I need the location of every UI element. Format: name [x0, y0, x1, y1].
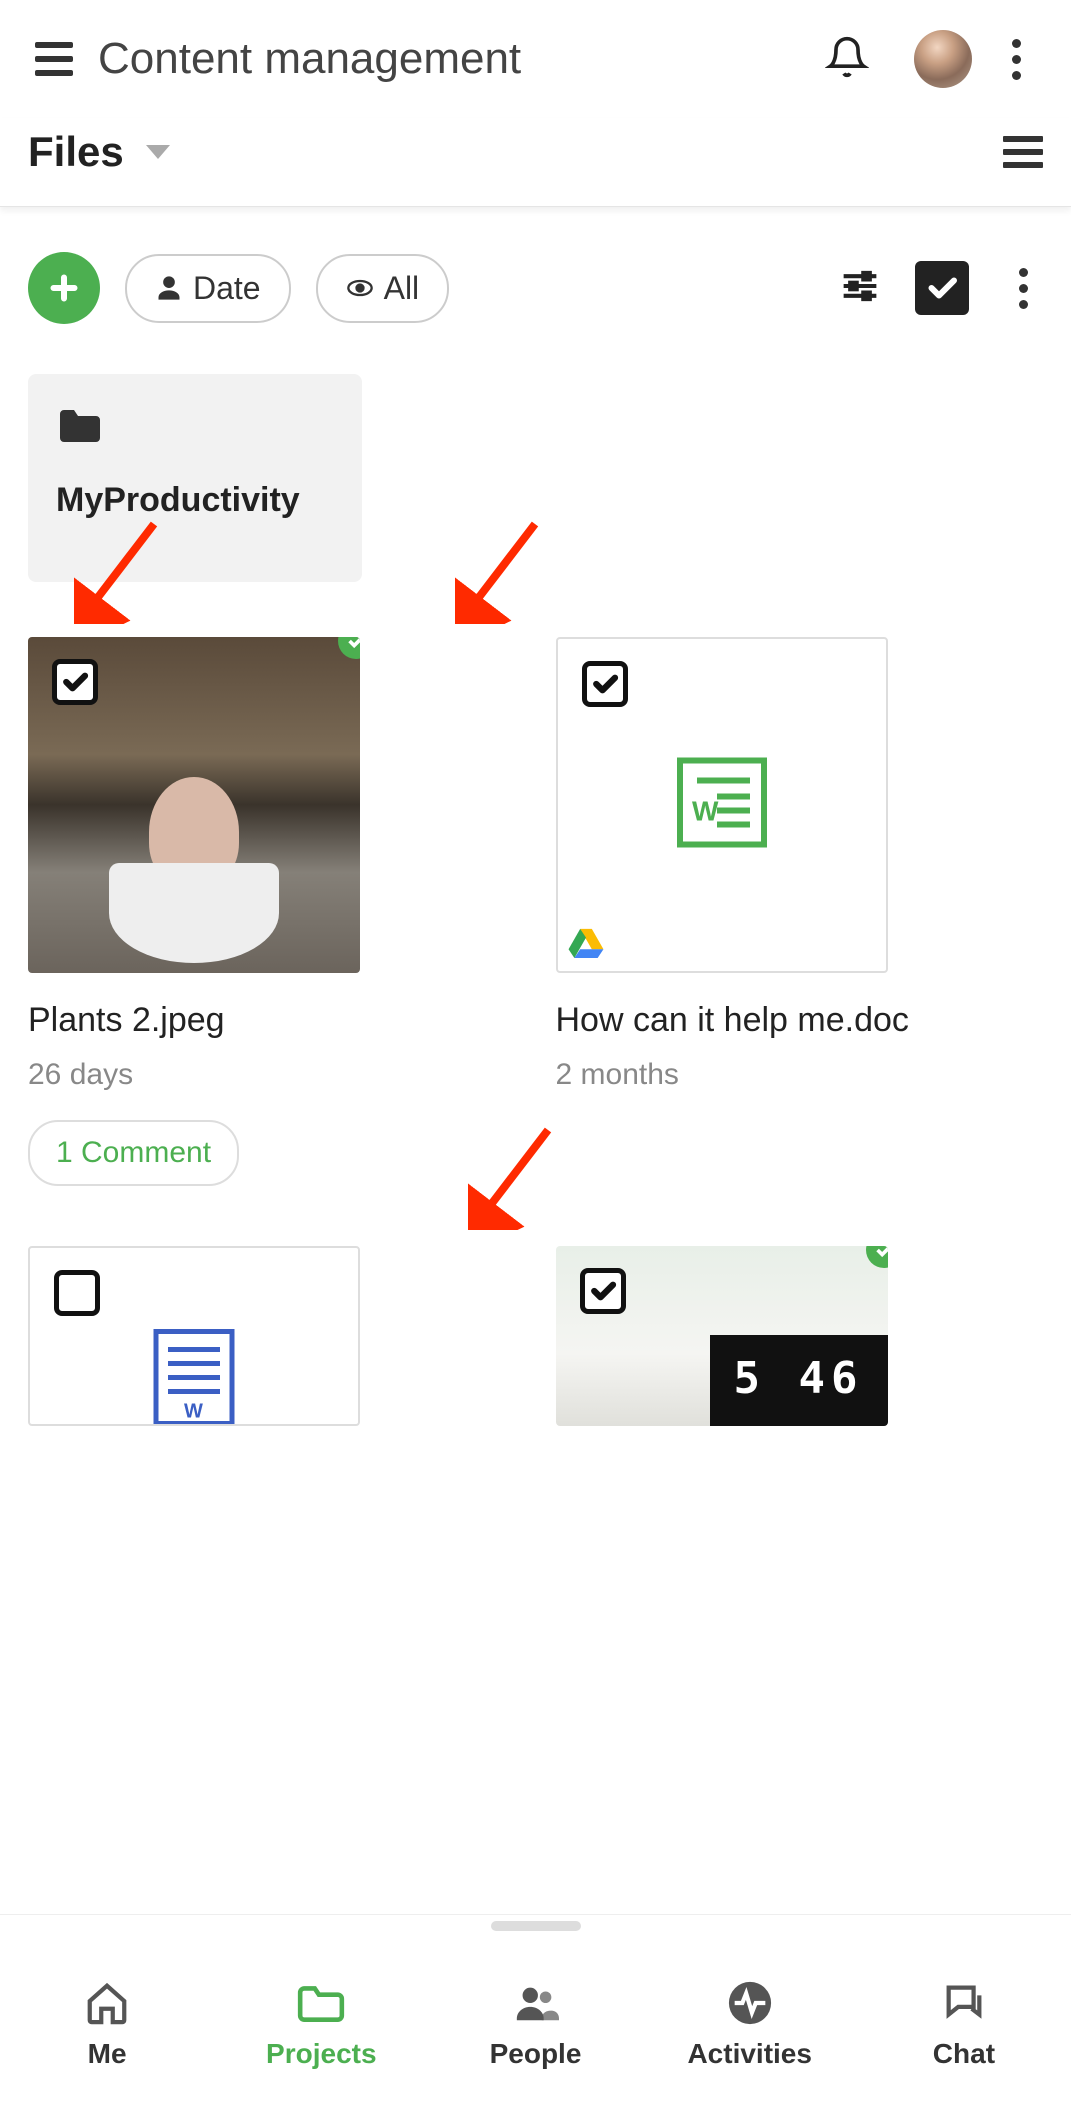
nav-label: Projects: [266, 2038, 377, 2070]
drag-handle-icon[interactable]: [491, 1921, 581, 1931]
filter-date-label: Date: [193, 270, 261, 307]
svg-text:W: W: [692, 796, 719, 827]
more-menu-icon[interactable]: [997, 39, 1036, 80]
file-card[interactable]: Plants 2.jpeg 26 days 1 Comment: [28, 637, 516, 1186]
file-checkbox[interactable]: [54, 1270, 100, 1316]
nav-label: Chat: [933, 2038, 995, 2070]
svg-text:W: W: [184, 1401, 203, 1423]
file-thumbnail: [556, 1246, 888, 1426]
status-check-icon: [866, 1246, 888, 1268]
settings-sliders-icon[interactable]: [840, 268, 880, 309]
bottom-nav: Me Projects People Activities Chat: [0, 1914, 1071, 2114]
file-card[interactable]: W: [28, 1246, 516, 1426]
file-checkbox[interactable]: [582, 661, 628, 707]
file-meta: 2 months: [556, 1058, 1044, 1092]
file-thumbnail: W: [28, 1246, 360, 1426]
chevron-down-icon[interactable]: [146, 145, 170, 159]
file-name: How can it help me.doc: [556, 1001, 1044, 1040]
nav-chat[interactable]: Chat: [857, 1915, 1071, 2114]
document-icon: W: [144, 1328, 244, 1427]
comment-chip[interactable]: 1 Comment: [28, 1120, 239, 1186]
folder-name: MyProductivity: [56, 481, 334, 520]
file-thumbnail: [28, 637, 360, 973]
nav-activities[interactable]: Activities: [643, 1915, 857, 2114]
avatar[interactable]: [914, 30, 972, 88]
word-doc-icon: W: [672, 753, 772, 858]
nav-me[interactable]: Me: [0, 1915, 214, 2114]
nav-label: People: [490, 2038, 582, 2070]
nav-projects[interactable]: Projects: [214, 1915, 428, 2114]
file-meta: 26 days: [28, 1058, 516, 1092]
status-check-icon: [338, 637, 360, 659]
file-checkbox[interactable]: [52, 659, 98, 705]
list-menu-icon[interactable]: [1003, 136, 1043, 168]
file-checkbox[interactable]: [580, 1268, 626, 1314]
nav-people[interactable]: People: [428, 1915, 642, 2114]
filter-all-chip[interactable]: All: [316, 254, 450, 323]
file-card[interactable]: [556, 1246, 1044, 1426]
notification-icon[interactable]: [825, 32, 869, 87]
page-title: Content management: [98, 34, 800, 84]
folder-card[interactable]: MyProductivity: [28, 374, 362, 582]
hamburger-icon[interactable]: [35, 42, 73, 76]
nav-label: Activities: [687, 2038, 812, 2070]
nav-label: Me: [88, 2038, 127, 2070]
filter-all-label: All: [384, 270, 420, 307]
select-mode-button[interactable]: [915, 261, 969, 315]
filter-date-chip[interactable]: Date: [125, 254, 291, 323]
section-dropdown[interactable]: Files: [28, 128, 124, 176]
toolbar-more-icon[interactable]: [1004, 268, 1043, 309]
file-thumbnail: W: [556, 637, 888, 973]
file-card[interactable]: W How can it help me.doc 2 months: [556, 637, 1044, 1186]
gdrive-icon: [568, 926, 604, 963]
file-name: Plants 2.jpeg: [28, 1001, 516, 1040]
add-button[interactable]: [28, 252, 100, 324]
